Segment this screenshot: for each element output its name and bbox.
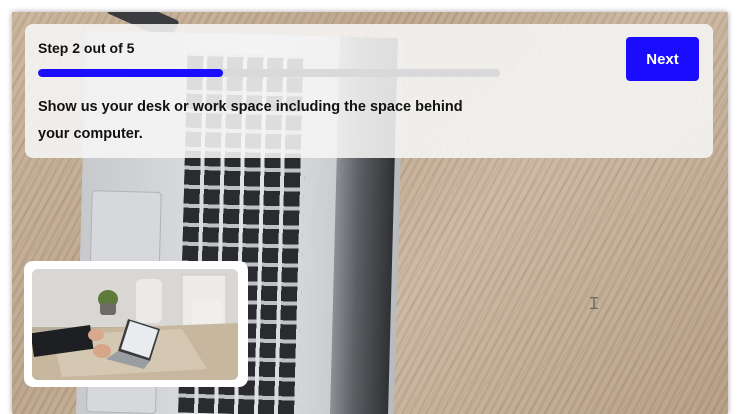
example-photo-thumbnail <box>24 261 248 387</box>
example-photo <box>32 269 238 380</box>
progress-fill <box>38 69 223 77</box>
text-cursor-icon: Ｉ <box>586 294 603 313</box>
instruction-text: Show us your desk or work space includin… <box>38 99 463 142</box>
example-desk-illustration <box>32 269 238 380</box>
instruction-panel: Step 2 out of 5 Show us your desk or wor… <box>25 24 713 158</box>
step-title: Step 2 out of 5 <box>38 40 135 56</box>
progress-bar <box>38 69 500 77</box>
next-button[interactable]: Next <box>626 37 699 81</box>
